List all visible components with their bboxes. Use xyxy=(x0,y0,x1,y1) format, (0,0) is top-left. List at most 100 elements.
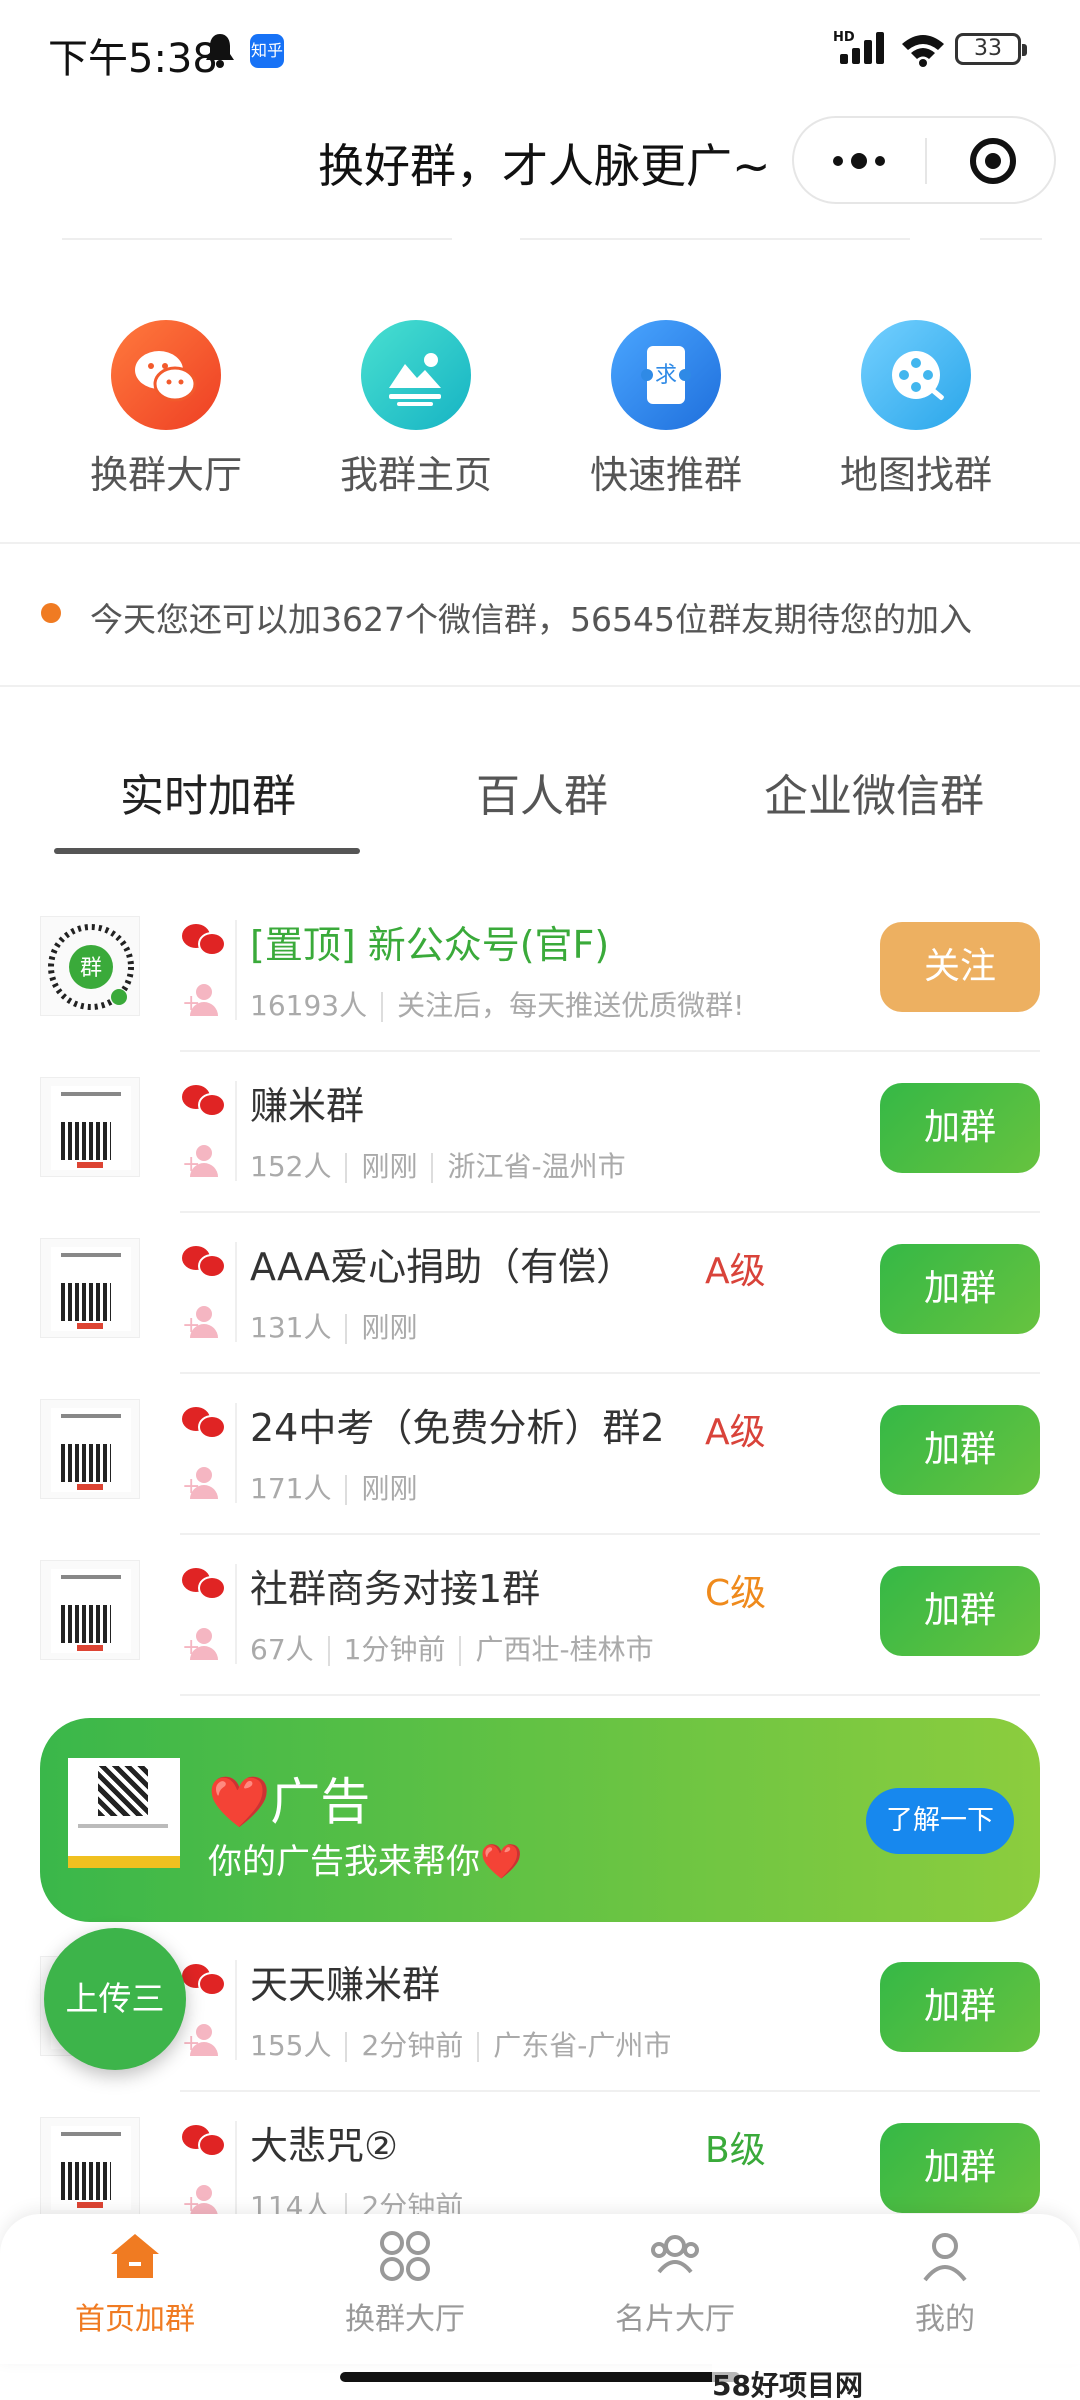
quick-menu-item-quick-push[interactable]: 求 快速推群 xyxy=(566,320,766,499)
group-name: AAA爱心捐助（有偿） xyxy=(250,1245,635,1289)
quick-menu-label: 地图找群 xyxy=(839,453,992,497)
close-target-icon[interactable] xyxy=(970,138,1016,184)
group-meta: 155人 2分钟前 广东省-广州市 xyxy=(250,2024,671,2064)
ad-banner[interactable]: ❤️广告 你的广告我来帮你❤️ 了解一下 xyxy=(40,1718,1040,1922)
group-name: 社群商务对接1群 xyxy=(250,1567,541,1611)
add-person-icon: + xyxy=(182,1306,224,1340)
level-badge: B级 xyxy=(705,2130,766,2171)
quick-menu-item-my-group[interactable]: 我群主页 xyxy=(316,320,516,499)
nav-exchange-hall[interactable]: 换群大厅 xyxy=(305,2228,505,2338)
zhihu-app-icon: 知乎 xyxy=(250,34,284,68)
film-reel-icon xyxy=(861,320,971,430)
wechat-icon xyxy=(182,1083,226,1119)
nav-home[interactable]: 首页加群 xyxy=(35,2228,235,2338)
more-icon[interactable] xyxy=(829,151,893,171)
title-bar: 换好群，才人脉更广~ xyxy=(0,110,1080,210)
add-person-icon: + xyxy=(182,1628,224,1662)
ticket-icon: 求 xyxy=(611,320,721,430)
table-row[interactable]: + 社群商务对接1群 67人 1分钟前 广西壮-桂林市 C级 加群 xyxy=(0,1536,1080,1696)
status-bar: 下午5:38 知乎 HD 33 xyxy=(0,0,1080,100)
tab-realtime[interactable]: 实时加群 xyxy=(120,760,296,824)
wechat-icon xyxy=(182,1566,226,1602)
ad-subtitle: 你的广告我来帮你❤️ xyxy=(208,1842,523,1882)
nav-me[interactable]: 我的 xyxy=(845,2228,1045,2338)
row-divider xyxy=(235,1403,237,1503)
table-row[interactable]: + 24中考（免费分析）群2 171人 刚刚 A级 加群 xyxy=(0,1375,1080,1535)
signal-icon xyxy=(840,32,884,64)
group-desc: 关注后，每天推送优质微群! xyxy=(397,989,745,1022)
wifi-icon xyxy=(902,35,944,67)
group-qr-thumbnail xyxy=(40,1399,140,1499)
quick-menu-item-hall[interactable]: 换群大厅 xyxy=(66,320,266,499)
member-count: 131人 xyxy=(250,1311,332,1344)
row-separator xyxy=(180,1533,1040,1535)
capsule-divider xyxy=(925,138,927,184)
join-group-button[interactable]: 加群 xyxy=(880,1405,1040,1495)
group-meta: 67人 1分钟前 广西壮-桂林市 xyxy=(250,1628,654,1668)
group-qr-thumbnail xyxy=(40,2117,140,2217)
quick-menu-label: 快速推群 xyxy=(589,453,742,497)
wechat-icon xyxy=(182,1962,226,1998)
group-meta: 152人 刚刚 浙江省-温州市 xyxy=(250,1145,626,1185)
page-title: 换好群，才人脉更广~ xyxy=(318,139,771,193)
member-count: 155人 xyxy=(250,2029,332,2062)
post-time: 刚刚 xyxy=(361,1150,418,1183)
mini-program-capsule xyxy=(792,116,1056,204)
member-count: 171人 xyxy=(250,1472,332,1505)
divider xyxy=(0,542,1080,544)
post-time: 2分钟前 xyxy=(361,2029,464,2062)
row-divider xyxy=(235,1081,237,1181)
join-group-button[interactable]: 加群 xyxy=(880,1083,1040,1173)
join-group-button[interactable]: 加群 xyxy=(880,1566,1040,1656)
nav-label: 名片大厅 xyxy=(615,2302,735,2337)
group-meta: 131人 刚刚 xyxy=(250,1306,417,1346)
group-qr-thumbnail xyxy=(40,1238,140,1338)
join-group-button[interactable]: 加群 xyxy=(880,1962,1040,2052)
grid-circles-icon xyxy=(377,2228,433,2284)
post-time: 1分钟前 xyxy=(343,1633,446,1666)
wechat-icon xyxy=(182,2123,226,2159)
group-meta: 171人 刚刚 xyxy=(250,1467,417,1507)
tab-enterprise[interactable]: 企业微信群 xyxy=(764,760,984,824)
tab-hundred[interactable]: 百人群 xyxy=(476,760,608,824)
level-badge: A级 xyxy=(705,1251,766,1292)
row-divider xyxy=(235,2121,237,2221)
row-separator xyxy=(180,2090,1040,2092)
row-divider xyxy=(235,920,237,1020)
learn-more-button[interactable]: 了解一下 xyxy=(866,1788,1014,1854)
notice-bar: 今天您还可以加3627个微信群，56545位群友期待您的加入 xyxy=(0,585,1080,645)
group-qr-thumbnail xyxy=(40,1077,140,1177)
nav-label: 换群大厅 xyxy=(345,2302,465,2337)
post-time: 刚刚 xyxy=(361,1311,418,1344)
join-group-button[interactable]: 加群 xyxy=(880,1244,1040,1334)
member-count: 16193人 xyxy=(250,989,368,1022)
member-count: 152人 xyxy=(250,1150,332,1183)
quick-menu-label: 换群大厅 xyxy=(89,453,242,497)
divider xyxy=(0,685,1080,687)
quick-menu: 换群大厅 我群主页 求 快速推群 地图找群 xyxy=(0,320,1080,500)
home-icon xyxy=(107,2228,163,2284)
quick-menu-item-map[interactable]: 地图找群 xyxy=(816,320,1016,499)
group-name: 24中考（免费分析）群2 xyxy=(250,1406,665,1450)
group-name: 天天赚米群 xyxy=(250,1963,441,2007)
row-separator xyxy=(180,1694,1040,1696)
add-person-icon: + xyxy=(182,984,224,1018)
bottom-nav: 首页加群 换群大厅 名片大厅 我的 xyxy=(0,2214,1080,2364)
page: 下午5:38 知乎 HD 33 换好群，才人脉更广~ 换群大厅 我群主页 求 快… xyxy=(0,0,1080,2400)
nav-card-hall[interactable]: 名片大厅 xyxy=(575,2228,775,2338)
add-person-icon: + xyxy=(182,2024,224,2058)
level-badge: A级 xyxy=(705,1412,766,1453)
table-row[interactable]: + AAA爱心捐助（有偿） 131人 刚刚 A级 加群 xyxy=(0,1214,1080,1374)
add-person-icon: + xyxy=(182,1145,224,1179)
wechat-icon xyxy=(182,922,226,958)
location: 浙江省-温州市 xyxy=(447,1150,626,1183)
row-separator xyxy=(180,1372,1040,1374)
follow-button[interactable]: 关注 xyxy=(880,922,1040,1012)
join-group-button[interactable]: 加群 xyxy=(880,2123,1040,2213)
table-row[interactable]: + 赚米群 152人 刚刚 浙江省-温州市 加群 xyxy=(0,1053,1080,1213)
row-separator xyxy=(180,1050,1040,1052)
location: 广东省-广州市 xyxy=(493,2029,672,2062)
upload-button[interactable]: 上传三 xyxy=(44,1928,186,2070)
home-indicator[interactable] xyxy=(340,2372,740,2382)
table-row[interactable]: 群 + [置顶] 新公众号(官F) 16193人 关注后，每天推送优质微群! 关注 xyxy=(0,892,1080,1052)
